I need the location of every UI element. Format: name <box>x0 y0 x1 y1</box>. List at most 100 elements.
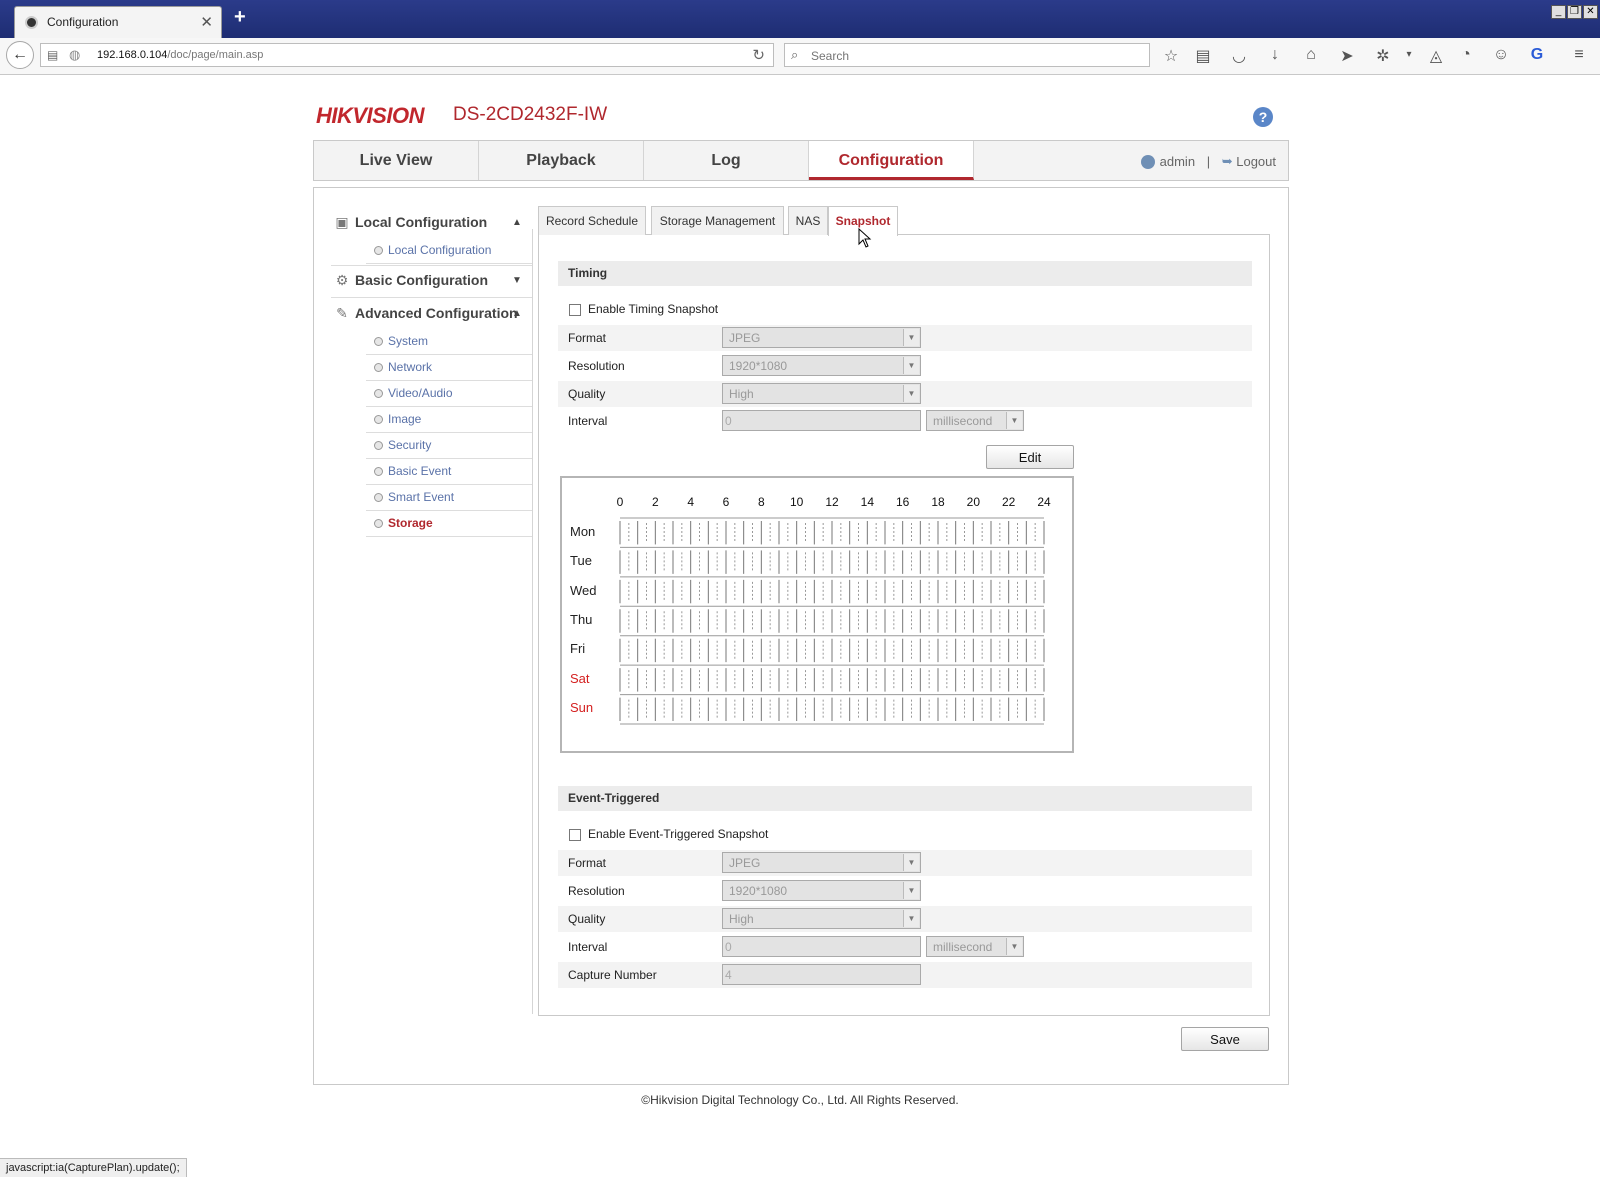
history-icon[interactable]: ◔ <box>1455 46 1477 64</box>
reload-icon[interactable]: ↻ <box>752 46 765 64</box>
sidebar-item-storage[interactable]: Storage <box>366 511 532 537</box>
nav-tab-live-view[interactable]: Live View <box>314 141 479 180</box>
timing-quality-select[interactable]: High ▼ <box>722 383 921 404</box>
input-value: 0 <box>725 940 732 954</box>
page-info-icon[interactable]: ▤ <box>47 48 58 62</box>
hour-label: 12 <box>825 495 839 509</box>
sidebar-advanced-configuration[interactable]: ✎ Advanced Configuration <box>335 305 525 322</box>
sidebar-item-local-configuration[interactable]: Local Configuration <box>366 238 532 264</box>
reading-list-icon[interactable]: ▤ <box>1192 46 1214 66</box>
bullet-icon <box>374 415 383 424</box>
close-window-icon[interactable]: ✕ <box>1583 5 1598 19</box>
field-label: Resolution <box>568 359 625 373</box>
enable-event-triggered-snapshot[interactable]: Enable Event-Triggered Snapshot <box>569 827 768 841</box>
select-value: 1920*1080 <box>729 884 788 898</box>
user-divider: | <box>1206 154 1211 170</box>
minimize-window-icon[interactable]: _ <box>1551 5 1566 19</box>
sidebar-item-image[interactable]: Image <box>366 407 532 433</box>
field-label: Format <box>568 331 607 345</box>
site-favicon-icon <box>25 16 38 29</box>
sidebar-item-smart-event[interactable]: Smart Event <box>366 485 532 511</box>
sidebar-item-label: Image <box>388 412 422 426</box>
pocket-icon[interactable]: ◡ <box>1228 46 1250 66</box>
sidebar-item-basic-event[interactable]: Basic Event <box>366 459 532 485</box>
back-arrow-icon[interactable]: ← <box>6 41 34 69</box>
enable-timing-snapshot[interactable]: Enable Timing Snapshot <box>569 302 718 316</box>
hour-label: 0 <box>616 495 624 509</box>
extension-icon[interactable]: ✲ <box>1372 46 1394 66</box>
timing-resolution-select[interactable]: 1920*1080 ▼ <box>722 355 921 376</box>
nav-tab-configuration[interactable]: Configuration <box>809 141 974 180</box>
timing-format-select[interactable]: JPEG ▼ <box>722 327 921 348</box>
field-label: Resolution <box>568 884 625 898</box>
sidebar-item-label: Smart Event <box>388 490 455 504</box>
sidebar-item-system[interactable]: System <box>366 329 532 355</box>
logout-link[interactable]: Logout <box>1236 154 1276 169</box>
checkbox[interactable] <box>569 303 581 316</box>
select-value: High <box>729 387 754 401</box>
logout-icon[interactable]: ➥ <box>1222 154 1233 169</box>
new-tab-icon[interactable]: + <box>234 6 246 29</box>
edit-button[interactable]: Edit <box>986 445 1074 469</box>
menu-hamburger-icon[interactable]: ≡ <box>1568 46 1590 64</box>
tab-nas[interactable]: NAS <box>788 206 828 235</box>
event-resolution-select[interactable]: 1920*1080 ▼ <box>722 880 921 901</box>
chat-icon[interactable]: ☺ <box>1490 46 1512 64</box>
timing-format-row: Format JPEG ▼ <box>558 325 1252 351</box>
day-label: Tue <box>570 553 592 569</box>
address-bar[interactable]: ▤ ◍ 192.168.0.104/doc/page/main.asp ↻ <box>40 43 774 67</box>
sidebar-local-configuration[interactable]: ▣ Local Configuration <box>335 214 525 231</box>
nav-tab-log[interactable]: Log <box>644 141 809 180</box>
event-format-select[interactable]: JPEG ▼ <box>722 852 921 873</box>
bullet-icon <box>374 519 383 528</box>
event-interval-input[interactable]: 0 <box>722 936 921 957</box>
event-quality-select[interactable]: High ▼ <box>722 908 921 929</box>
main-navigation: Live View Playback Log Configuration adm… <box>313 140 1289 181</box>
dropdown-arrow-icon: ▼ <box>903 882 919 899</box>
sidebar-head-label: Basic Configuration <box>355 272 489 288</box>
select-value: millisecond <box>933 414 993 428</box>
translate-icon[interactable]: G <box>1526 46 1548 64</box>
field-label: Format <box>568 856 607 870</box>
dropdown-arrow-icon[interactable]: ▾ <box>1398 49 1420 60</box>
field-label: Interval <box>568 940 608 954</box>
browser-search-bar[interactable]: ⌕ <box>784 43 1150 67</box>
checkbox[interactable] <box>569 828 581 841</box>
hour-label: 8 <box>757 495 765 509</box>
chevron-down-icon[interactable]: ▼ <box>512 275 522 286</box>
timing-schedule-grid[interactable]: 0 2 4 6 8 10 12 14 16 18 20 22 24 Mon Tue Wed Thu Fri Sat… <box>560 476 1074 753</box>
sidebar-rule <box>532 229 533 1014</box>
event-quality-row: Quality High ▼ <box>558 906 1252 932</box>
chevron-up-icon[interactable]: ▲ <box>512 217 522 228</box>
dropdown-arrow-icon: ▼ <box>1006 412 1022 429</box>
sidebar-basic-configuration[interactable]: ⚙ Basic Configuration <box>335 272 525 289</box>
restore-window-icon[interactable]: ❐ <box>1567 5 1582 19</box>
chevron-up-icon[interactable]: ▲ <box>512 308 522 319</box>
tab-record-schedule[interactable]: Record Schedule <box>538 206 646 235</box>
help-icon[interactable]: ? <box>1253 107 1273 127</box>
browser-tab[interactable]: Configuration ✕ <box>14 6 222 38</box>
timing-interval-input[interactable]: 0 <box>722 410 921 431</box>
send-icon[interactable]: ➤ <box>1336 46 1358 66</box>
tab-storage-management[interactable]: Storage Management <box>651 206 784 235</box>
save-button[interactable]: Save <box>1181 1027 1269 1051</box>
drop-icon[interactable]: ◬ <box>1425 46 1447 66</box>
nav-tab-playback[interactable]: Playback <box>479 141 644 180</box>
device-model: DS-2CD2432F-IW <box>453 104 608 125</box>
day-label: Mon <box>570 523 596 539</box>
close-tab-icon[interactable]: ✕ <box>200 13 213 31</box>
hour-label: 20 <box>966 495 980 509</box>
checkbox-label: Enable Event-Triggered Snapshot <box>588 827 769 841</box>
hour-label: 24 <box>1037 495 1051 509</box>
timing-interval-unit-select[interactable]: millisecond ▼ <box>926 410 1024 431</box>
sidebar-item-security[interactable]: Security <box>366 433 532 459</box>
event-interval-unit-select[interactable]: millisecond ▼ <box>926 936 1024 957</box>
schedule-grid-lines <box>619 517 1045 725</box>
bookmark-star-icon[interactable]: ☆ <box>1160 46 1182 66</box>
download-icon[interactable]: ↓ <box>1264 46 1286 64</box>
home-icon[interactable]: ⌂ <box>1300 46 1322 64</box>
sidebar-item-video-audio[interactable]: Video/Audio <box>366 381 532 407</box>
sidebar-item-network[interactable]: Network <box>366 355 532 381</box>
browser-search-input[interactable] <box>809 46 1143 66</box>
capture-number-input[interactable]: 4 <box>722 964 921 985</box>
